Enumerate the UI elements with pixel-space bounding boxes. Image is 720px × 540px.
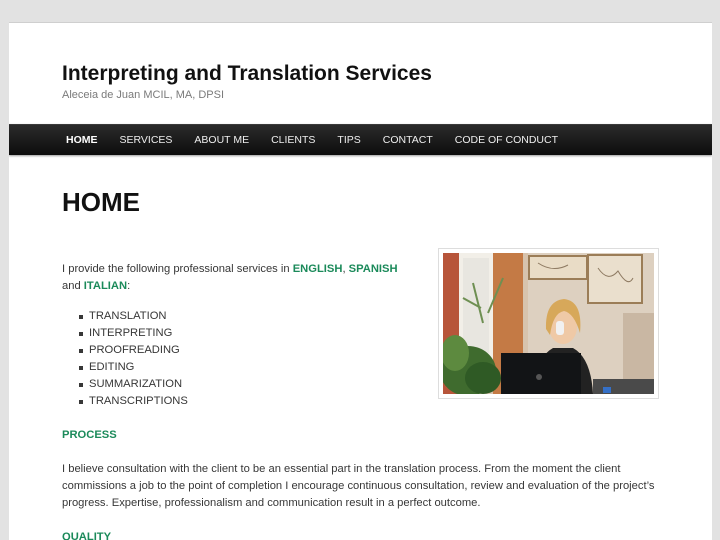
language-spanish: SPANISH: [348, 263, 398, 275]
browser-top-strip: [0, 0, 720, 22]
nav-item-home[interactable]: HOME: [55, 125, 109, 156]
process-heading: PROCESS: [62, 429, 117, 441]
intro-suffix: :: [127, 280, 131, 292]
site-title[interactable]: Interpreting and Translation Services: [62, 62, 432, 86]
nav-item-services[interactable]: SERVICES: [109, 125, 184, 156]
entry-content: I provide the following professional ser…: [62, 261, 662, 540]
page-container: Interpreting and Translation Services Al…: [9, 22, 712, 540]
nav-item-clients[interactable]: CLIENTS: [260, 125, 326, 156]
list-item: INTERPRETING: [79, 325, 662, 342]
services-list: TRANSLATION INTERPRETING PROOFREADING ED…: [79, 308, 662, 410]
page-title: HOME: [62, 187, 140, 217]
list-item: TRANSLATION: [79, 308, 662, 325]
list-item: EDITING: [79, 359, 662, 376]
intro-paragraph: I provide the following professional ser…: [62, 261, 412, 295]
nav-list: HOME SERVICES ABOUT ME CLIENTS TIPS CONT…: [55, 125, 569, 156]
nav-item-about-me[interactable]: ABOUT ME: [183, 125, 260, 156]
language-english: ENGLISH: [292, 263, 343, 275]
nav-item-contact[interactable]: CONTACT: [372, 125, 444, 156]
nav-item-code-of-conduct[interactable]: CODE OF CONDUCT: [444, 125, 569, 156]
intro-prefix: I provide the following professional ser…: [62, 263, 293, 275]
nav-item-tips[interactable]: TIPS: [326, 125, 371, 156]
list-item: PROOFREADING: [79, 342, 662, 359]
list-item: TRANSCRIPTIONS: [79, 393, 662, 410]
quality-heading: QUALITY: [62, 531, 112, 540]
language-italian: ITALIAN: [83, 280, 128, 292]
process-paragraph: I believe consultation with the client t…: [62, 463, 655, 509]
main-navigation: HOME SERVICES ABOUT ME CLIENTS TIPS CONT…: [9, 124, 712, 155]
site-description: Aleceia de Juan MCIL, MA, DPSI: [62, 89, 225, 101]
list-item: SUMMARIZATION: [79, 376, 662, 393]
intro-separator-2: and: [62, 280, 84, 292]
